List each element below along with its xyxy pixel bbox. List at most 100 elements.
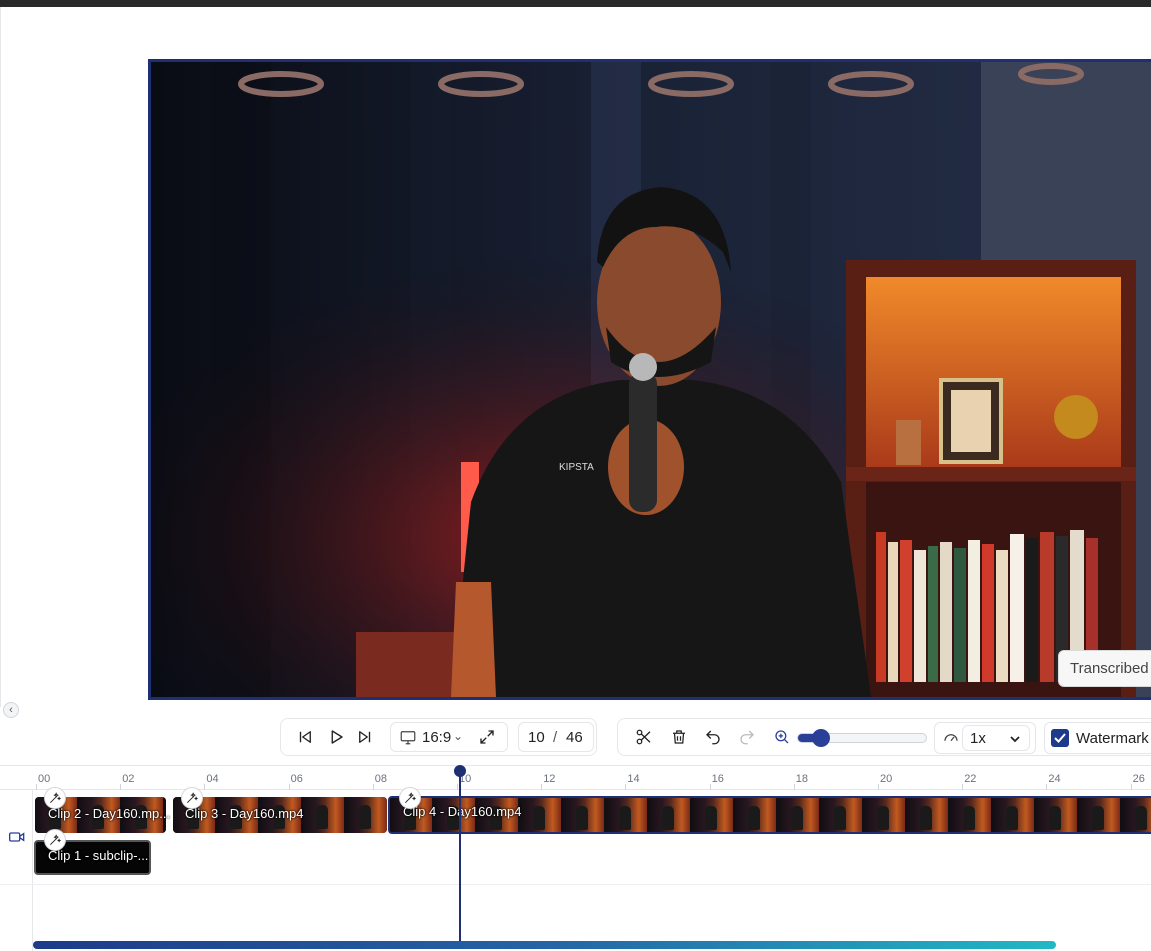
clip-thumbnail-frame bbox=[1121, 798, 1151, 832]
page-counter[interactable]: 10 / 46 bbox=[518, 722, 594, 752]
zoom-button[interactable] bbox=[770, 725, 794, 749]
skip-forward-icon bbox=[359, 731, 371, 743]
trash-icon bbox=[673, 730, 685, 744]
play-button[interactable] bbox=[324, 725, 348, 749]
magic-wand-icon bbox=[405, 792, 417, 803]
redo-icon bbox=[740, 730, 754, 745]
magic-edit-button[interactable] bbox=[399, 787, 421, 809]
monitor-icon bbox=[400, 731, 416, 745]
skip-forward-button[interactable] bbox=[353, 725, 377, 749]
ruler-tick-label: 00 bbox=[38, 773, 51, 785]
clip-thumbnail-frame bbox=[1078, 798, 1120, 832]
speed-select[interactable]: 1x bbox=[962, 725, 1030, 751]
ruler-tick bbox=[1046, 784, 1048, 790]
clip-thumbnail-frame bbox=[1035, 798, 1077, 832]
ruler-tick bbox=[793, 784, 795, 790]
ruler-tick-label: 08 bbox=[374, 773, 388, 785]
ruler-tick bbox=[288, 784, 290, 790]
track-divider bbox=[0, 884, 1151, 885]
speed-icon-button bbox=[939, 725, 963, 749]
ruler-tick-label: 22 bbox=[964, 773, 977, 785]
undo-button[interactable] bbox=[701, 725, 725, 749]
fullscreen-icon bbox=[480, 730, 494, 744]
timeline[interactable] bbox=[0, 765, 1151, 951]
timeline-ruler[interactable] bbox=[0, 765, 1151, 790]
ruler-tick bbox=[541, 784, 543, 790]
svg-text:KIPSTA: KIPSTA bbox=[559, 462, 594, 473]
clip-thumbnail-frame bbox=[820, 798, 862, 832]
clip-thumbnail-frame bbox=[605, 798, 647, 832]
magic-edit-button[interactable] bbox=[181, 787, 203, 809]
magic-wand-icon bbox=[50, 792, 62, 803]
ruler-tick-label: 26 bbox=[1132, 773, 1145, 785]
speed-value[interactable]: 1x bbox=[970, 730, 986, 747]
speedometer-icon bbox=[944, 734, 958, 742]
cut-button[interactable] bbox=[632, 725, 656, 749]
ruler-tick bbox=[120, 784, 122, 790]
ruler-tick-label: 02 bbox=[122, 773, 135, 785]
ruler-tick bbox=[204, 784, 206, 790]
watermark-label[interactable]: Watermark bbox=[1076, 730, 1149, 747]
clip-2-label: Clip 2 - Day160.mp... bbox=[48, 806, 171, 821]
ruler-tick bbox=[36, 784, 37, 790]
fullscreen-button[interactable] bbox=[475, 725, 499, 749]
ruler-tick-label: 06 bbox=[290, 773, 303, 785]
video-camera-icon bbox=[9, 832, 25, 842]
scissors-icon bbox=[636, 729, 651, 745]
chevron-left-icon: ‹ bbox=[9, 704, 13, 716]
ruler-tick bbox=[878, 784, 879, 790]
clip-4-label: Clip 4 - Day160.mp4 bbox=[403, 804, 522, 819]
ruler-tick bbox=[709, 784, 711, 790]
video-frame: KIPSTA bbox=[151, 62, 1151, 697]
track-header-column bbox=[0, 790, 33, 951]
magic-wand-icon bbox=[50, 834, 62, 845]
aspect-ratio-selector[interactable] bbox=[396, 725, 420, 749]
clip-thumbnail-frame bbox=[345, 797, 387, 833]
clip-thumbnail-frame bbox=[992, 798, 1034, 832]
aspect-ratio-label[interactable]: 16:9 bbox=[422, 729, 451, 746]
window-top-bar bbox=[0, 0, 1151, 7]
ruler-tick-label: 14 bbox=[627, 773, 640, 785]
playhead-line[interactable] bbox=[459, 768, 461, 943]
playhead-handle[interactable] bbox=[454, 765, 466, 777]
delete-button[interactable] bbox=[667, 725, 691, 749]
magic-edit-button[interactable] bbox=[44, 787, 66, 809]
clip-thumbnail-frame bbox=[562, 798, 604, 832]
magic-wand-icon bbox=[187, 792, 199, 803]
skip-back-icon bbox=[299, 731, 311, 743]
clip-thumbnail-frame bbox=[863, 798, 905, 832]
clip-thumbnail-frame bbox=[949, 798, 991, 832]
ruler-tick-label: 18 bbox=[795, 773, 809, 785]
clip-3-label: Clip 3 - Day160.mp4 bbox=[185, 806, 304, 821]
total-pages: 46 bbox=[566, 729, 583, 746]
ruler-tick bbox=[625, 784, 627, 790]
clip-1-label: Clip 1 - subclip-... bbox=[48, 848, 149, 863]
clip-thumbnail-frame bbox=[734, 798, 776, 832]
clip-thumbnail-frame bbox=[777, 798, 819, 832]
ruler-tick bbox=[1130, 784, 1132, 790]
page-separator: / bbox=[553, 729, 558, 746]
collapse-panel-button[interactable]: ‹ bbox=[3, 702, 19, 718]
current-page[interactable]: 10 bbox=[528, 729, 545, 746]
skip-back-button[interactable] bbox=[293, 725, 317, 749]
redo-button[interactable] bbox=[735, 725, 759, 749]
video-preview[interactable]: KIPSTA bbox=[148, 59, 1151, 700]
ruler-tick bbox=[962, 784, 964, 790]
zoom-in-icon bbox=[775, 730, 789, 744]
zoom-slider-handle[interactable] bbox=[812, 729, 830, 747]
undo-icon bbox=[706, 730, 720, 745]
ruler-tick-label: 04 bbox=[206, 773, 219, 785]
chevron-down-icon bbox=[1010, 736, 1020, 743]
ruler-tick bbox=[372, 784, 374, 790]
clip-thumbnail-frame bbox=[519, 798, 561, 832]
play-icon bbox=[331, 730, 343, 744]
chevron-down-icon[interactable]: ⌄ bbox=[453, 729, 463, 743]
ruler-tick-label: 20 bbox=[880, 773, 893, 785]
timeline-scrollbar[interactable] bbox=[33, 941, 1056, 949]
clip-thumbnail-frame bbox=[302, 797, 344, 833]
ruler-tick-label: 12 bbox=[543, 773, 556, 785]
transcribed-badge[interactable]: Transcribed bbox=[1058, 650, 1151, 687]
magic-edit-button[interactable] bbox=[44, 829, 66, 851]
watermark-checkbox[interactable] bbox=[1051, 729, 1069, 747]
sidebar-edge bbox=[0, 7, 1, 707]
